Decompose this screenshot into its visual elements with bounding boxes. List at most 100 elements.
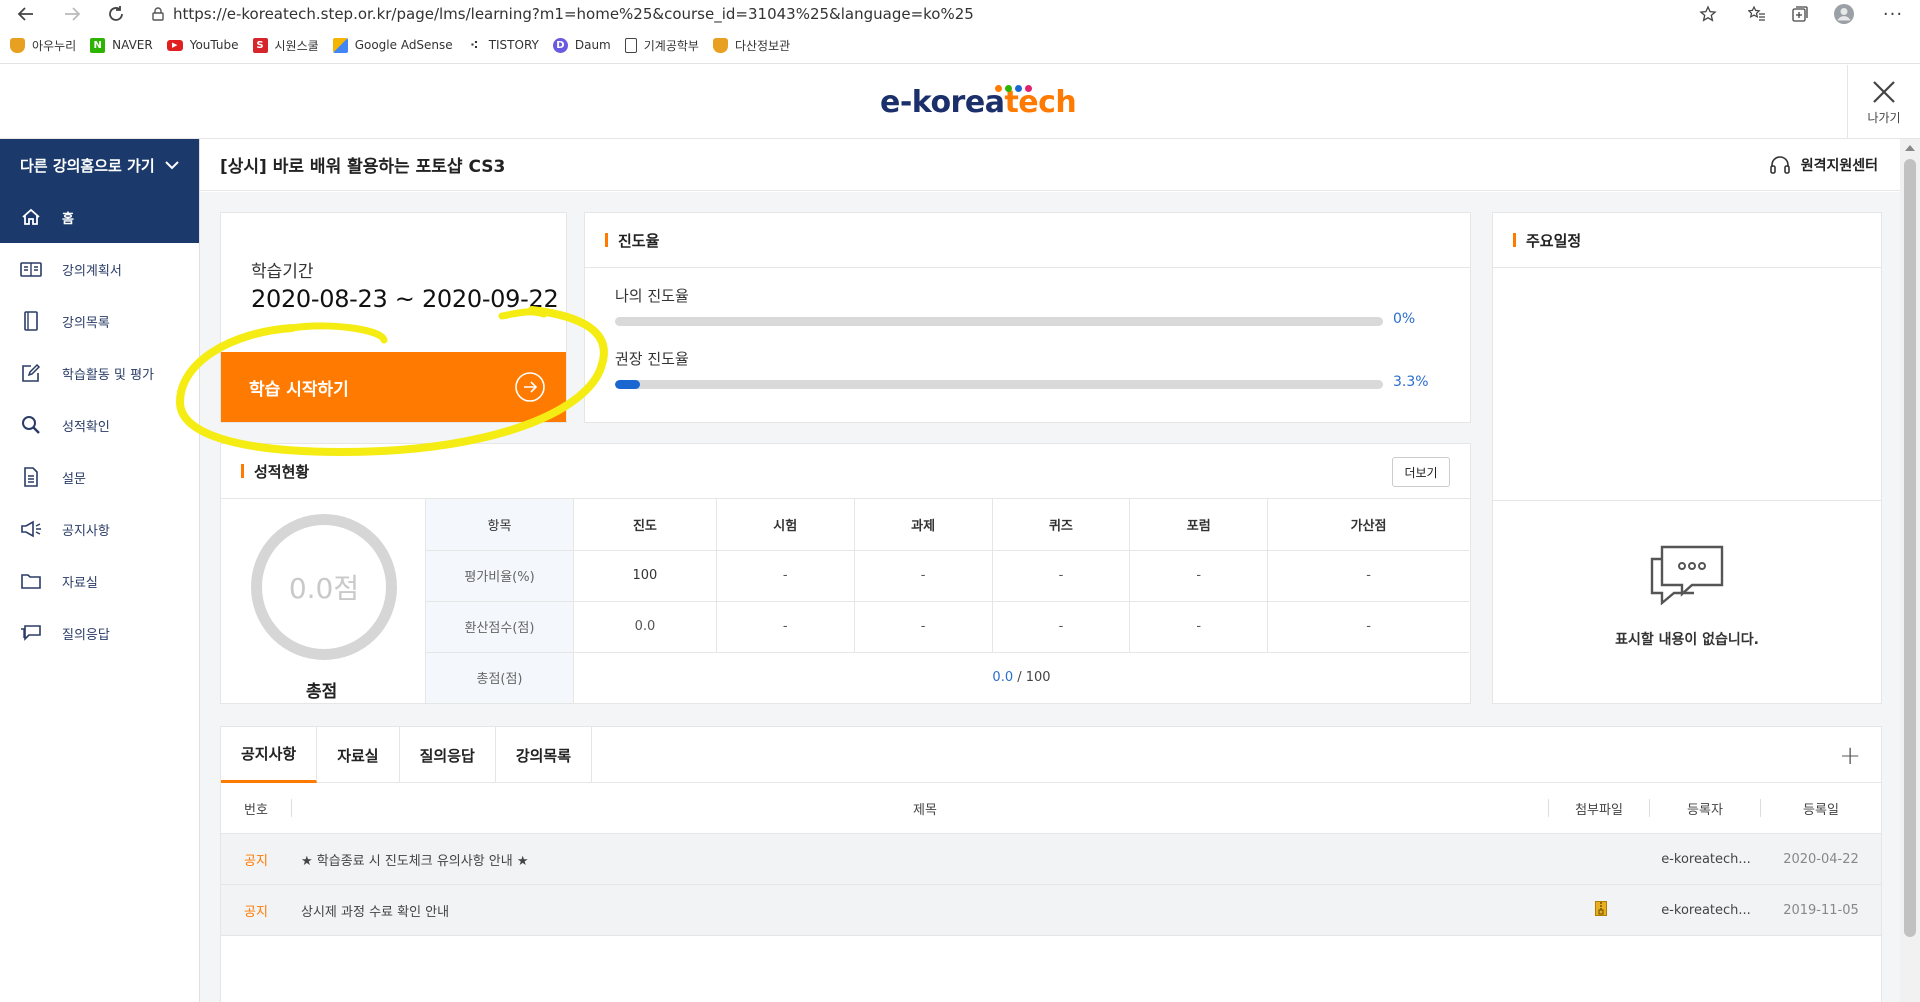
forward-icon[interactable] (61, 3, 83, 25)
add-icon[interactable]: + (1839, 741, 1861, 771)
progress-card-header: 진도율 (585, 213, 1470, 268)
schedule-empty: 표시할 내용이 없습니다. (1493, 543, 1881, 649)
favorites-icon[interactable] (1746, 3, 1768, 25)
bookmark-item[interactable]: ⁖ TISTORY (466, 37, 539, 53)
post-title[interactable]: ★ 학습종료 시 진도체크 유의사항 안내 ★ (291, 850, 1551, 869)
exit-button[interactable]: 나가기 (1847, 65, 1920, 139)
column-header-file: 첨부파일 (1575, 802, 1623, 818)
site-logo[interactable]: e-koreatech (880, 85, 1077, 120)
youtube-icon: ▶ (166, 39, 183, 51)
siwon-icon: S (252, 37, 268, 53)
course-title: [상시] 바로 배워 활용하는 포토샵 CS3 (220, 157, 506, 177)
scroll-up-icon[interactable] (1905, 145, 1915, 151)
url-text[interactable]: https://e-koreatech.step.or.kr/page/lms/… (173, 5, 974, 23)
star-icon[interactable] (1697, 3, 1719, 25)
tab-lectures[interactable]: 강의목록 (496, 727, 593, 783)
grades-header-row: 항목 진도 시험 과제 퀴즈 포럼 가산점 (425, 499, 1469, 551)
board-tabs: 공지사항 자료실 질의응답 강의목록 (221, 727, 1881, 783)
study-period-label: 학습기간 (251, 262, 314, 282)
tab-archive[interactable]: 자료실 (317, 727, 400, 783)
menu-dots-icon[interactable]: ··· (1882, 3, 1904, 25)
table-cell: 100 (573, 550, 717, 602)
bookmark-item[interactable]: D Daum (552, 37, 611, 53)
start-learning-button[interactable]: 학습 시작하기 (221, 352, 566, 422)
table-header-cell: 항목 (425, 499, 574, 551)
shield-icon (712, 37, 728, 53)
column-header-author: 등록자 (1687, 802, 1723, 818)
total-score-label: 총점 (306, 682, 338, 702)
reload-icon[interactable] (105, 3, 127, 25)
bookmark-item[interactable]: Google AdSense (332, 37, 453, 53)
board-header-row: 번호 제목 첨부파일 등록자 등록일 (221, 783, 1881, 834)
sidebar-item-home[interactable]: 홈 (0, 191, 199, 243)
total-score-ring: 0.0점 (251, 514, 397, 660)
other-course-home-dropdown[interactable]: 다른 강의홈으로 가기 (0, 139, 199, 191)
grades-more-button[interactable]: 더보기 (1392, 457, 1450, 487)
table-cell: - (1267, 601, 1469, 653)
bookmark-item[interactable]: S 시원스쿨 (252, 37, 319, 54)
sidebar-item-survey[interactable]: 설문 (0, 451, 199, 503)
page-icon (624, 37, 637, 53)
post-author: e-koreatech... (1661, 902, 1751, 918)
attachment-cell (1551, 900, 1651, 920)
table-cell: - (991, 601, 1130, 653)
table-cell: - (1129, 601, 1268, 653)
table-cell: - (715, 601, 855, 653)
bookmark-item[interactable]: 다산정보관 (712, 37, 790, 54)
bookmark-item[interactable]: N NAVER (90, 37, 153, 53)
bookmark-item[interactable]: 아우누리 (10, 37, 76, 54)
grades-card-header: 성적현황 (221, 444, 1470, 499)
sidebar-item-syllabus[interactable]: 강의계획서 (0, 243, 199, 295)
naver-icon: N (90, 37, 106, 53)
zip-file-icon[interactable] (1595, 900, 1607, 916)
table-header-cell: 가산점 (1267, 499, 1469, 551)
sidebar-item-notices[interactable]: 공지사항 (0, 503, 199, 555)
chevron-down-icon (165, 161, 179, 170)
notice-tag: 공지 (244, 904, 268, 920)
logo-dots (995, 85, 1032, 92)
page-scrollbar[interactable] (1900, 139, 1920, 1002)
sidebar-item-archive[interactable]: 자료실 (0, 555, 199, 607)
adsense-icon (332, 37, 348, 53)
notice-tag: 공지 (244, 853, 268, 869)
table-cell: 0.0 (573, 601, 717, 653)
my-progress-label: 나의 진도율 (615, 287, 689, 305)
table-row[interactable]: 공지 ★ 학습종료 시 진도체크 유의사항 안내 ★ e-koreatech..… (221, 834, 1881, 885)
document-icon (20, 466, 42, 488)
table-cell: - (1267, 550, 1469, 602)
profile-avatar[interactable] (1833, 3, 1855, 25)
table-cell: - (991, 550, 1130, 602)
sidebar-item-qna[interactable]: 질의응답 (0, 607, 199, 659)
address-bar[interactable]: https://e-koreatech.step.or.kr/page/lms/… (143, 0, 1727, 28)
remote-support-link[interactable]: 원격지원센터 (1769, 155, 1878, 175)
grades-total-row: 총점(점) 0.0 / 100 (425, 652, 1469, 703)
sidebar: 다른 강의홈으로 가기 홈 강의계획서 강의목록 학습활동 및 평가 성적확인 … (0, 139, 200, 1002)
my-progress-bar (615, 317, 1383, 326)
post-title[interactable]: 상시제 과정 수료 확인 안내 (291, 901, 1551, 920)
my-progress-value: 0% (1393, 311, 1416, 327)
board-card: 공지사항 자료실 질의응답 강의목록 + 번호 제목 첨부파일 등록자 등록일 … (220, 726, 1882, 1002)
collections-icon[interactable] (1789, 3, 1811, 25)
bookmark-item[interactable]: 기계공학부 (624, 37, 699, 54)
edit-icon (20, 362, 42, 384)
table-header-cell: 진도 (573, 499, 717, 551)
speech-bubbles-icon (1650, 545, 1724, 606)
table-row[interactable]: 공지 상시제 과정 수료 확인 안내 e-koreatech... 2019-1… (221, 885, 1881, 936)
schedule-card-header: 주요일정 (1493, 213, 1881, 268)
sidebar-item-activities[interactable]: 학습활동 및 평가 (0, 347, 199, 399)
study-period-value: 2020-08-23 ~ 2020-09-22 (251, 285, 559, 313)
scrollbar-thumb[interactable] (1904, 159, 1916, 937)
home-icon (20, 206, 42, 228)
progress-card: 진도율 나의 진도율 0% 권장 진도율 3.3% (584, 212, 1471, 423)
tab-qna[interactable]: 질의응답 (400, 727, 496, 783)
daum-icon: D (552, 37, 568, 53)
sidebar-item-grades[interactable]: 성적확인 (0, 399, 199, 451)
table-cell: - (853, 550, 992, 602)
tab-notices[interactable]: 공지사항 (221, 727, 318, 783)
grades-weight-row: 평가비율(%) 100 - - - - - (425, 550, 1469, 602)
bookmark-item[interactable]: ▶ YouTube (166, 38, 239, 52)
back-icon[interactable] (15, 3, 37, 25)
sidebar-item-lectures[interactable]: 강의목록 (0, 295, 199, 347)
close-icon (1873, 80, 1895, 103)
schedule-card: 주요일정 표시할 내용이 없습니다. (1492, 212, 1882, 704)
